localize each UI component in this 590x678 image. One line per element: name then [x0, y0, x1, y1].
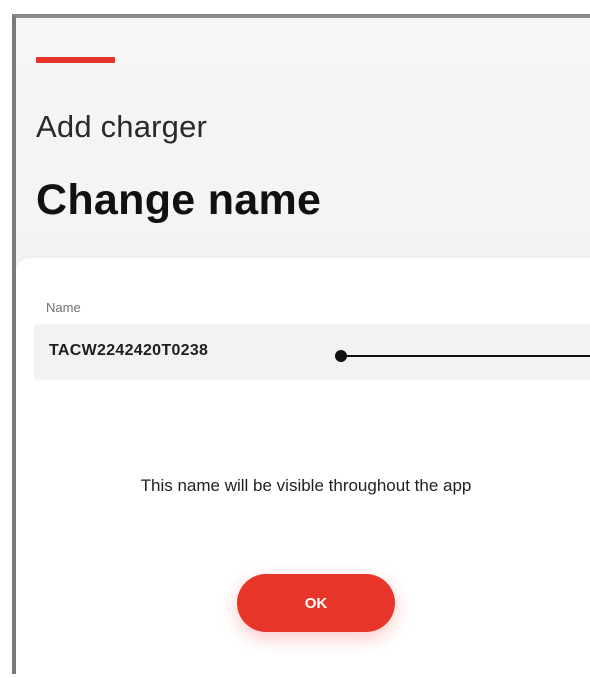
ok-button[interactable]: OK [237, 574, 395, 632]
form-card: Name TACW2242420T0238 This name will be … [16, 258, 590, 678]
app-screen: Add charger Change name Name TACW2242420… [12, 14, 590, 678]
page-subtitle: Add charger [36, 109, 208, 144]
name-field-label: Name [46, 300, 81, 315]
name-input-value: TACW2242420T0238 [49, 342, 209, 359]
name-input[interactable]: TACW2242420T0238 [34, 324, 590, 380]
callout-pointer-line [346, 355, 590, 357]
name-hint-text: This name will be visible throughout the… [140, 476, 472, 495]
accent-bar [36, 57, 115, 63]
page-title: Change name [36, 176, 322, 224]
